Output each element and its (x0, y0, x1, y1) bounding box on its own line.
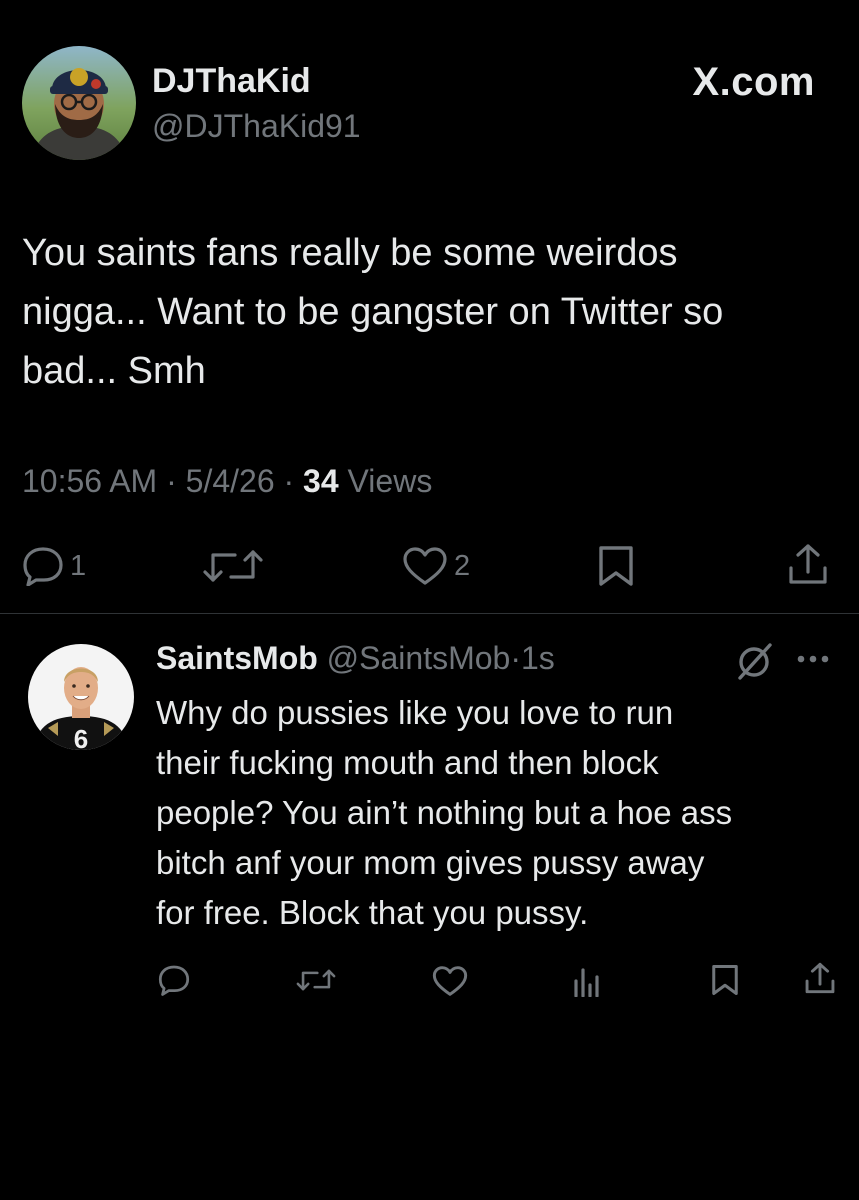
retweet-icon (203, 550, 263, 582)
grok-icon (738, 643, 772, 680)
bookmark-icon (599, 546, 633, 586)
reply-reply-button[interactable] (158, 964, 190, 996)
tweet-meta: 10:56 AM · 5/4/26 · 34 Views (22, 463, 432, 500)
reply-views-button[interactable] (572, 965, 602, 997)
grok-button[interactable] (734, 640, 776, 687)
bookmark-icon (712, 965, 738, 995)
reply-retweet-button[interactable] (294, 965, 338, 995)
bookmark-button[interactable] (596, 544, 636, 588)
reply-share-button[interactable] (804, 961, 836, 995)
tweet-text: You saints fans really be some weirdos n… (22, 232, 724, 392)
more-icon (797, 655, 829, 663)
reply-author-avatar[interactable]: 6 (28, 644, 134, 750)
divider (0, 613, 859, 614)
views-count[interactable]: 34 (303, 463, 339, 499)
author-name[interactable]: DJThaKid (152, 62, 311, 101)
like-button[interactable]: 2 (402, 546, 470, 586)
brand-watermark: X.com (692, 60, 815, 104)
reply-author-name[interactable]: SaintsMob (156, 640, 318, 676)
retweet-button[interactable] (199, 546, 267, 586)
jersey-number: 6 (74, 724, 88, 750)
reply-bookmark-button[interactable] (710, 963, 740, 997)
reply-author-handle[interactable]: @SaintsMob (327, 640, 511, 676)
like-icon (432, 966, 468, 996)
views-icon (574, 968, 599, 997)
author-avatar[interactable] (22, 46, 136, 160)
share-button[interactable] (787, 542, 829, 586)
reply-header: SaintsMob @SaintsMob·1s (156, 640, 555, 677)
reply-like-button[interactable] (432, 965, 468, 997)
reply-text: Why do pussies like you love to run thei… (156, 694, 733, 931)
reply-separator: · (510, 640, 521, 676)
meta-separator: · (166, 463, 177, 499)
views-label: Views (347, 463, 433, 499)
tweet-date[interactable]: 5/4/26 (186, 463, 275, 499)
reply-count: 1 (70, 549, 87, 582)
reply-icon (23, 547, 63, 586)
tweet-time[interactable]: 10:56 AM (22, 463, 157, 499)
like-icon (403, 547, 447, 585)
reply-time[interactable]: 1s (521, 640, 555, 676)
meta-separator: · (283, 463, 295, 499)
reply-button[interactable]: 1 (22, 546, 86, 586)
author-handle[interactable]: @DJThaKid91 (152, 108, 361, 145)
like-count: 2 (454, 549, 471, 582)
more-button[interactable] (796, 652, 832, 671)
reply-icon (158, 965, 190, 996)
share-icon (789, 544, 827, 584)
retweet-icon (296, 969, 336, 991)
share-icon (805, 962, 835, 994)
